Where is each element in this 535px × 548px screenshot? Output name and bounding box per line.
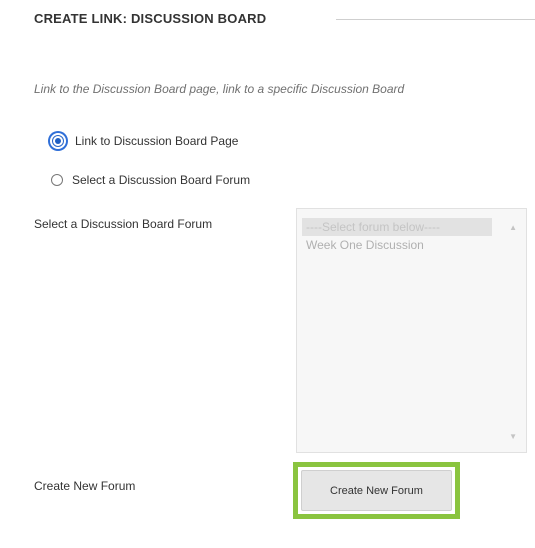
down-arrow-icon[interactable]: ▼ bbox=[509, 433, 517, 441]
create-new-forum-button[interactable]: Create New Forum bbox=[301, 470, 452, 511]
create-forum-highlight: Create New Forum bbox=[293, 462, 460, 519]
radio-select-forum[interactable]: Select a Discussion Board Forum bbox=[50, 173, 250, 187]
create-forum-label: Create New Forum bbox=[34, 479, 136, 493]
radio-button-select-forum[interactable] bbox=[51, 174, 63, 186]
radio-label-select-forum: Select a Discussion Board Forum bbox=[72, 173, 251, 187]
forum-option-week-one[interactable]: Week One Discussion bbox=[302, 236, 492, 254]
forum-listbox-options: ----Select forum below---- Week One Disc… bbox=[302, 218, 492, 254]
up-arrow-icon[interactable]: ▲ bbox=[509, 224, 517, 232]
radio-label-link-to-page: Link to Discussion Board Page bbox=[75, 134, 239, 148]
instructions-text: Link to the Discussion Board page, link … bbox=[34, 82, 405, 96]
radio-link-to-page[interactable]: Link to Discussion Board Page bbox=[50, 134, 238, 148]
radio-button-link-to-page[interactable] bbox=[52, 135, 64, 147]
section-heading: CREATE LINK: DISCUSSION BOARD bbox=[34, 11, 267, 26]
create-link-page: CREATE LINK: DISCUSSION BOARD Link to th… bbox=[0, 0, 535, 548]
forum-select-label: Select a Discussion Board Forum bbox=[34, 217, 213, 231]
forum-listbox[interactable]: ----Select forum below---- Week One Disc… bbox=[296, 208, 527, 453]
forum-option-placeholder[interactable]: ----Select forum below---- bbox=[302, 218, 492, 236]
section-divider bbox=[336, 19, 535, 20]
